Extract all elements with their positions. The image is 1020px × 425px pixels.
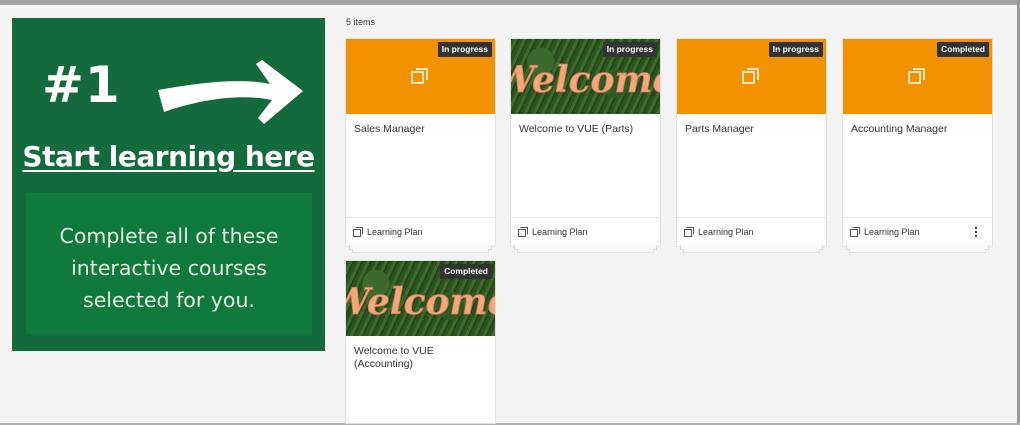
card-title: Sales Manager <box>354 123 425 135</box>
status-badge: In progress <box>437 42 492 57</box>
svg-text:Welcome: Welcome <box>511 59 660 101</box>
stacked-pages-icon <box>742 68 759 84</box>
course-card[interactable]: In progress Parts Manager Learning Plan <box>677 39 826 253</box>
stacked-pages-icon <box>850 227 860 237</box>
card-title: Welcome to VUE (Accounting) <box>354 345 434 370</box>
start-learning-link[interactable]: Start learning here <box>12 140 325 173</box>
card-footer: Learning Plan <box>677 217 826 246</box>
promo-number: #1 <box>42 56 121 114</box>
card-thumbnail: Welcome Completed <box>346 261 495 336</box>
card-thumbnail: In progress <box>677 39 826 114</box>
status-badge: Completed <box>440 264 492 279</box>
stacked-pages-icon <box>908 68 925 84</box>
items-count: 5 items <box>346 17 376 27</box>
card-type-label: Learning Plan <box>864 227 920 237</box>
card-thumbnail: Completed <box>843 39 992 114</box>
arrow-right-icon <box>158 60 303 124</box>
card-type-label: Learning Plan <box>532 227 588 237</box>
card-footer: Learning Plan <box>511 217 660 246</box>
start-learning-banner: #1 Start learning here Complete all of t… <box>12 18 325 351</box>
card-thumbnail: In progress <box>346 39 495 114</box>
course-card[interactable]: In progress Sales Manager Learning Plan <box>346 39 495 253</box>
stacked-pages-icon <box>411 68 428 84</box>
course-card[interactable]: Completed Accounting Manager Learning Pl… <box>843 39 992 253</box>
course-card[interactable]: Welcome Completed Welcome to VUE (Accoun… <box>346 261 495 423</box>
course-card[interactable]: Welcome In progress Welcome to VUE (Part… <box>511 39 660 253</box>
status-badge: In progress <box>602 42 657 57</box>
card-title: Accounting Manager <box>851 123 948 135</box>
card-title: Welcome to VUE (Parts) <box>519 123 634 135</box>
stacked-pages-icon <box>518 227 528 237</box>
card-type-label: Learning Plan <box>698 227 754 237</box>
card-footer: Learning Plan <box>346 217 495 246</box>
card-thumbnail: Welcome In progress <box>511 39 660 114</box>
window-top-border <box>0 0 1020 5</box>
svg-text:Welcome: Welcome <box>346 281 495 323</box>
card-title: Parts Manager <box>685 123 754 135</box>
card-footer: Learning Plan <box>843 217 992 246</box>
promo-description-box: Complete all of these interactive course… <box>26 193 312 334</box>
kebab-menu-icon[interactable] <box>974 226 978 238</box>
stacked-pages-icon <box>684 227 694 237</box>
promo-description: Complete all of these interactive course… <box>59 224 279 312</box>
card-type-label: Learning Plan <box>367 227 423 237</box>
stacked-pages-icon <box>353 227 363 237</box>
status-badge: Completed <box>937 42 989 57</box>
status-badge: In progress <box>768 42 823 57</box>
